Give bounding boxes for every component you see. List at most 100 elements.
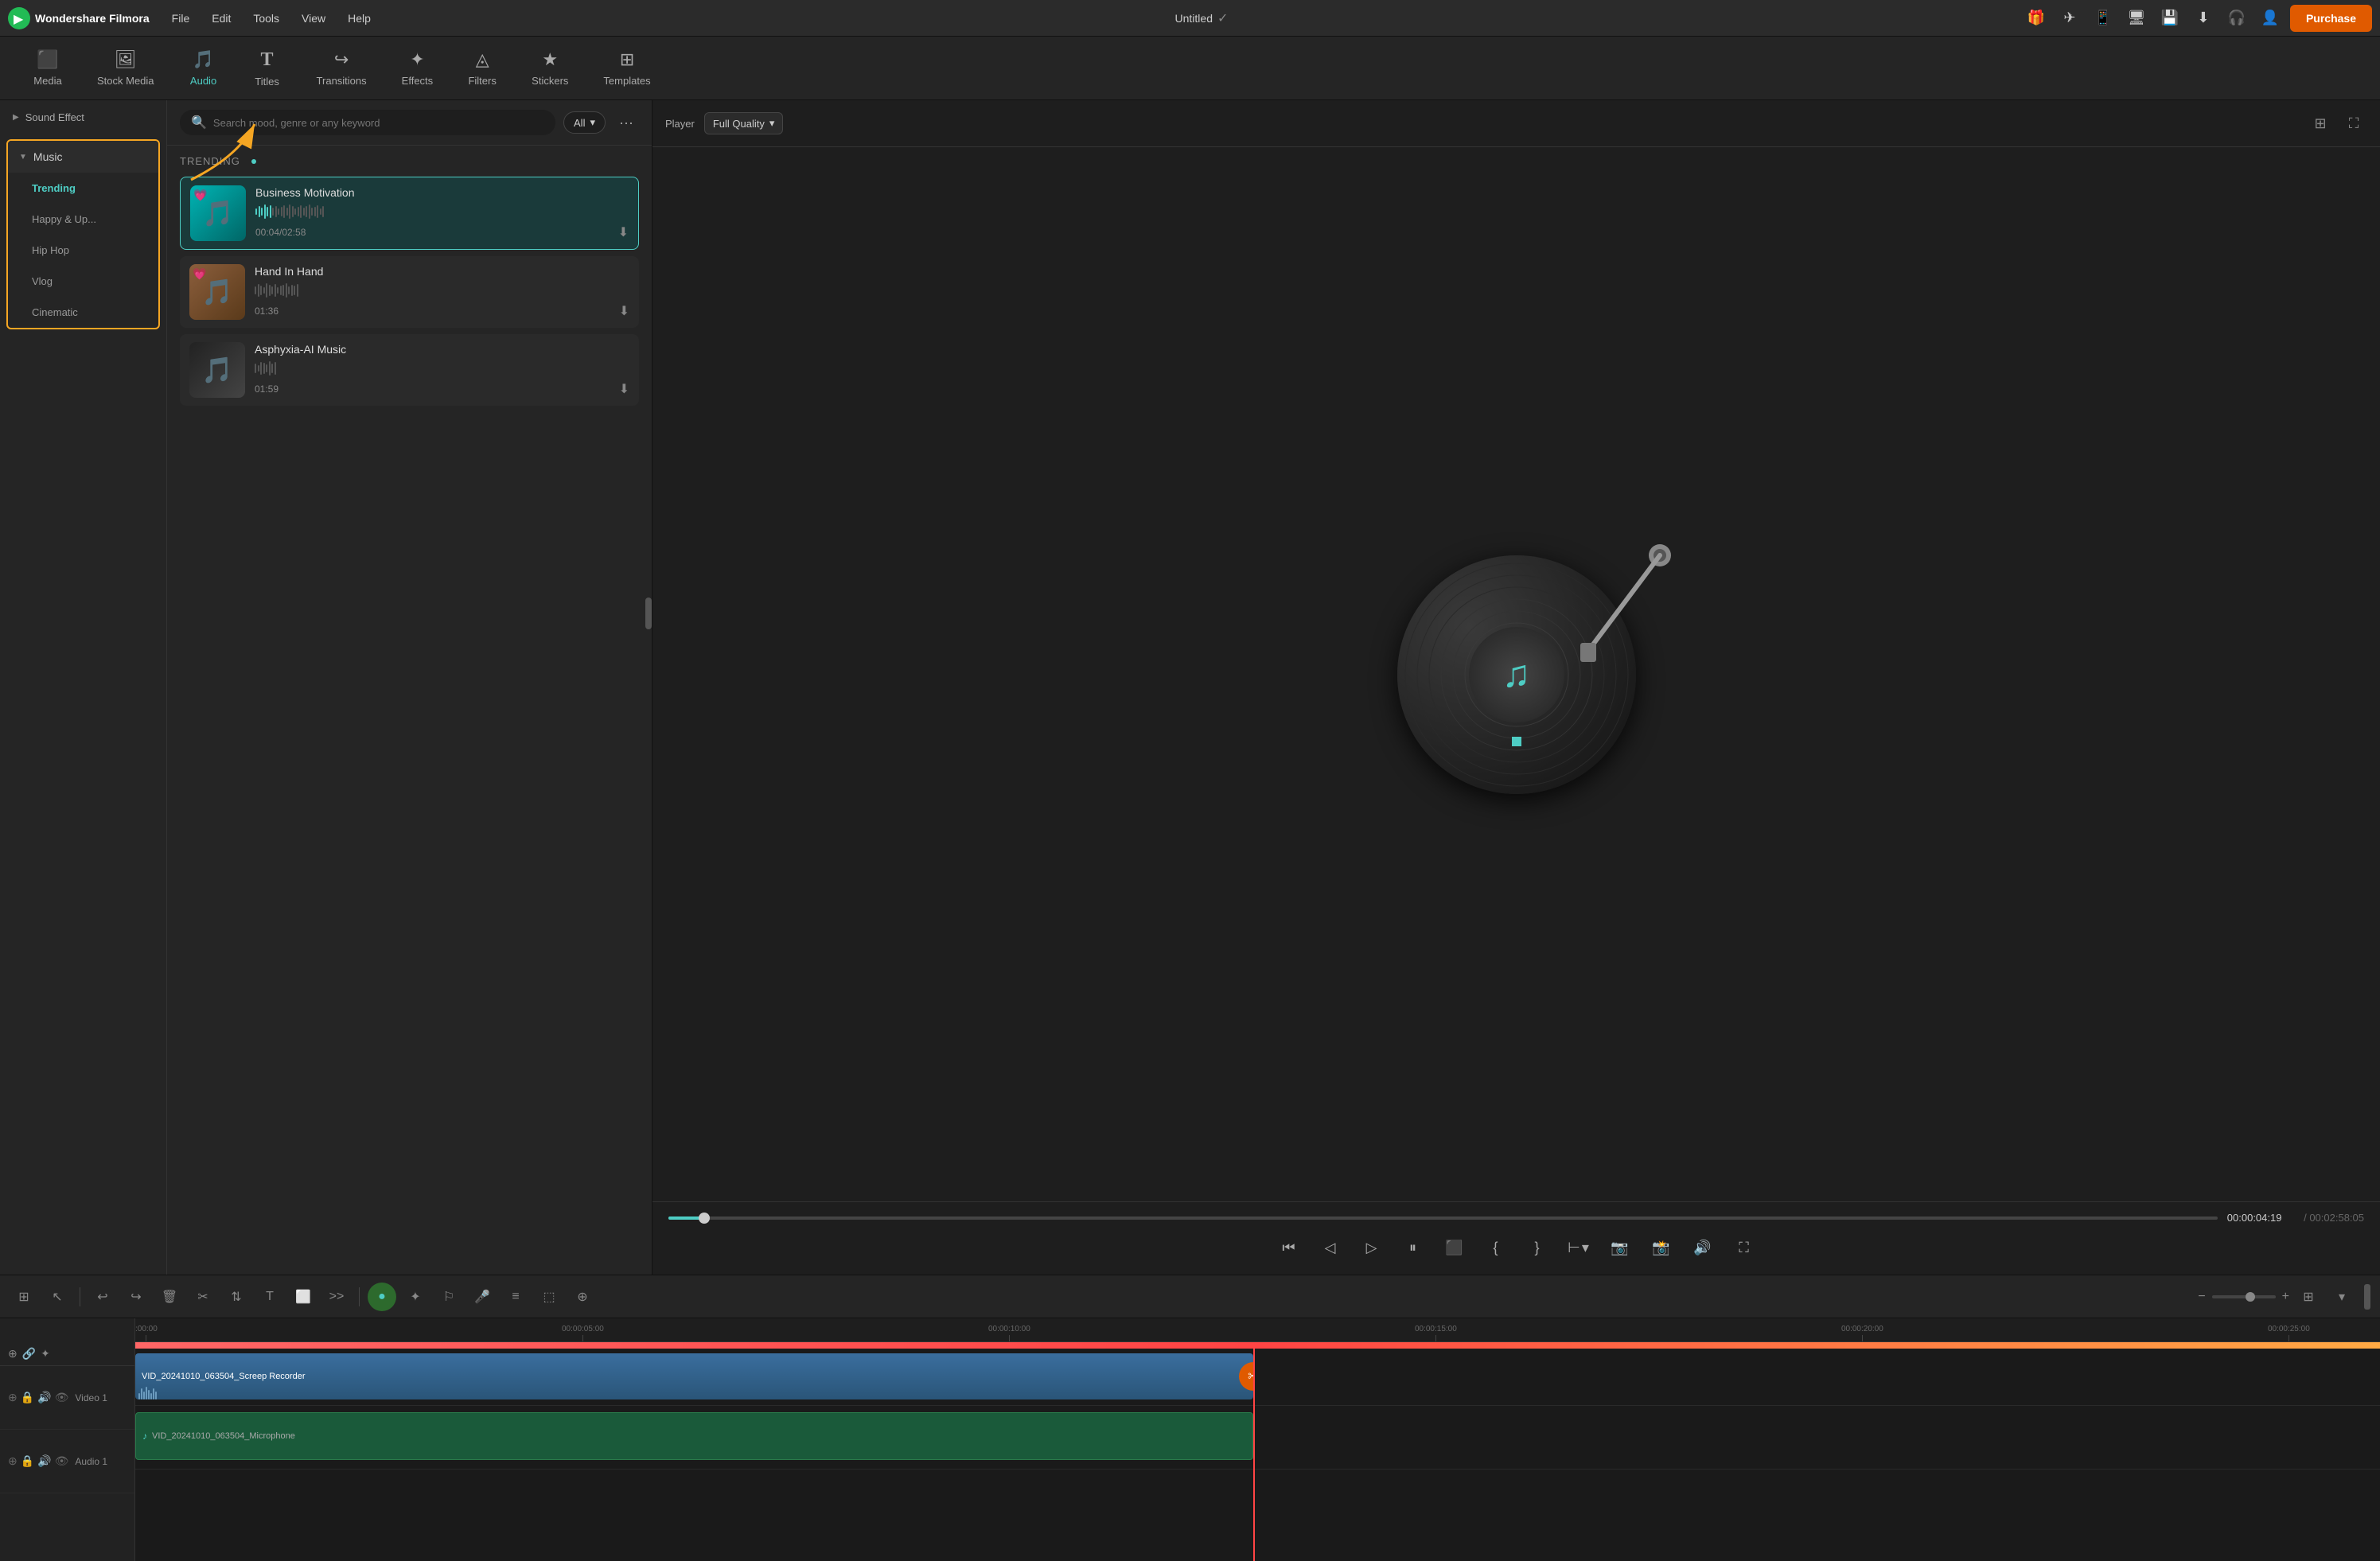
business-title: Business Motivation <box>255 186 629 199</box>
sound-effect-header[interactable]: ▶ Sound Effect <box>0 100 166 134</box>
download-icon[interactable]: ⬇ <box>2190 5 2217 32</box>
download-business-icon[interactable]: ⬇ <box>618 224 629 240</box>
video-track-icons: ⊕ 🔒 🔊 👁 <box>8 1391 68 1404</box>
toolbar-audio[interactable]: 🎵 Audio <box>172 43 236 93</box>
quality-selector[interactable]: Full Quality ▾ <box>704 112 784 134</box>
snapshot-button[interactable]: 📸 <box>1647 1233 1676 1262</box>
toolbar-stock-media[interactable]: 🖼 Stock Media <box>80 43 172 93</box>
menu-view[interactable]: View <box>292 9 335 28</box>
menu-help[interactable]: Help <box>338 9 380 28</box>
toolbar-templates[interactable]: ⊞ Templates <box>586 43 668 93</box>
add-video-icon[interactable]: ⊕ <box>8 1391 18 1404</box>
time-current: 00:00:04:19 <box>2227 1212 2282 1224</box>
grid-view-icon[interactable]: ⊞ <box>2307 110 2334 137</box>
flag-icon[interactable]: ⚐ <box>434 1283 463 1311</box>
add-track-icon[interactable]: ⊕ <box>568 1283 597 1311</box>
gift-icon[interactable]: 🎁 <box>2023 5 2050 32</box>
more-tl-options[interactable]: ▾ <box>2327 1283 2356 1311</box>
toolbar-transitions[interactable]: ↪ Transitions <box>299 43 384 93</box>
zoom-slider[interactable] <box>2212 1295 2276 1298</box>
save-icon[interactable]: 💾 <box>2156 5 2183 32</box>
play-button[interactable]: ▷ <box>1357 1233 1386 1262</box>
scene-detect-icon[interactable]: ⬚ <box>535 1283 563 1311</box>
fullscreen-icon[interactable]: ⛶ <box>2340 110 2367 137</box>
toolbar-titles[interactable]: T Titles <box>236 43 299 94</box>
purchase-button[interactable]: Purchase <box>2290 5 2372 32</box>
sidebar-item-cinematic[interactable]: Cinematic <box>8 297 158 328</box>
lock-video-icon[interactable]: 🔒 <box>21 1391 34 1404</box>
headphone-icon[interactable]: 🎧 <box>2223 5 2250 32</box>
music-card-business[interactable]: 💗 🎵 Business Motivation <box>180 177 639 250</box>
more-tl-icon[interactable]: >> <box>322 1283 351 1311</box>
markers-icon[interactable]: ≡ <box>501 1283 530 1311</box>
toolbar-filters[interactable]: ◬ Filters <box>450 43 514 93</box>
stop-button[interactable]: ⬛ <box>1440 1233 1469 1262</box>
user-icon[interactable]: 👤 <box>2257 5 2284 32</box>
ai-cut-icon[interactable]: ✦ <box>41 1347 50 1361</box>
eye-icon[interactable]: 👁 <box>55 1391 69 1404</box>
progress-bar[interactable] <box>668 1216 2218 1220</box>
zoom-in-icon[interactable]: + <box>2282 1290 2289 1304</box>
effects-tl-icon[interactable]: ✦ <box>401 1283 430 1311</box>
toolbar-media[interactable]: ⬛ Media <box>16 43 80 93</box>
music-section-header[interactable]: ▼ Music <box>8 141 158 173</box>
music-card-hand[interactable]: 💗 🎵 Hand In Hand <box>180 256 639 328</box>
lock-audio-icon[interactable]: 🔒 <box>21 1454 34 1468</box>
menu-file[interactable]: File <box>162 9 200 28</box>
sidebar-item-hiphop[interactable]: Hip Hop <box>8 235 158 266</box>
export-frame-button[interactable]: 📷 <box>1606 1233 1634 1262</box>
step-back-button[interactable]: ◁ <box>1316 1233 1345 1262</box>
volume-video-icon[interactable]: 🔊 <box>37 1391 51 1404</box>
fullscreen-ctrl-button[interactable]: ⛶ <box>1730 1233 1759 1262</box>
undo-button[interactable]: ↩ <box>88 1283 117 1311</box>
scrollbar-handle-right[interactable] <box>2364 1284 2370 1310</box>
rewind-button[interactable]: ⏮ <box>1275 1233 1303 1262</box>
toolbar-stickers[interactable]: ★ Stickers <box>514 43 586 93</box>
select-tool-icon[interactable]: ↖ <box>43 1283 72 1311</box>
volume-button[interactable]: 🔊 <box>1689 1233 1717 1262</box>
zoom-out-icon[interactable]: − <box>2198 1290 2205 1304</box>
sidebar-item-vlog[interactable]: Vlog <box>8 266 158 297</box>
split-button[interactable]: ⊢▾ <box>1564 1233 1593 1262</box>
sidebar-item-happy[interactable]: Happy & Up... <box>8 204 158 235</box>
playhead[interactable] <box>1253 1342 1255 1561</box>
download-asphyxia-icon[interactable]: ⬇ <box>619 381 629 397</box>
menu-tools[interactable]: Tools <box>243 9 289 28</box>
scene-split-icon[interactable]: ⊞ <box>10 1283 38 1311</box>
crop-button[interactable]: ⬜ <box>289 1283 317 1311</box>
add-track-label-icon[interactable]: ⊕ <box>8 1347 18 1361</box>
share-icon[interactable]: ✈ <box>2056 5 2083 32</box>
mark-out-button[interactable]: } <box>1523 1233 1552 1262</box>
redo-button[interactable]: ↪ <box>122 1283 150 1311</box>
toolbar-effects[interactable]: ✦ Effects <box>384 43 451 93</box>
video-track-name: Video 1 <box>75 1392 107 1403</box>
mic-icon[interactable]: 🎤 <box>468 1283 497 1311</box>
more-options-button[interactable]: ··· <box>614 110 639 135</box>
record-button[interactable]: ● <box>368 1283 396 1311</box>
menu-edit[interactable]: Edit <box>202 9 240 28</box>
add-audio-icon[interactable]: ⊕ <box>8 1454 18 1468</box>
devices-icon[interactable]: 📱 <box>2090 5 2117 32</box>
scrollbar[interactable] <box>645 598 652 629</box>
timeline-settings-icon[interactable]: ⊞ <box>2294 1283 2323 1311</box>
eye-audio-icon[interactable]: 👁 <box>55 1454 69 1468</box>
download-hand-icon[interactable]: ⬇ <box>619 303 629 319</box>
audio-split-icon[interactable]: ⇅ <box>222 1283 251 1311</box>
pause-button[interactable]: ⏸ <box>1399 1233 1428 1262</box>
music-card-asphyxia[interactable]: 🎵 Asphyxia-AI Music <box>180 334 639 406</box>
filter-dropdown[interactable]: All ▾ <box>563 111 606 134</box>
cut-button[interactable]: ✂ <box>189 1283 217 1311</box>
link-tracks-icon[interactable]: 🔗 <box>22 1347 36 1361</box>
search-input-wrapper[interactable]: 🔍 <box>180 110 555 135</box>
mark-in-button[interactable]: { <box>1482 1233 1510 1262</box>
sidebar-item-trending[interactable]: Trending <box>8 173 158 204</box>
audio-clip-label: VID_20241010_063504_Microphone <box>152 1431 295 1441</box>
volume-audio-icon[interactable]: 🔊 <box>37 1454 51 1468</box>
video-clip-1[interactable]: VID_20241010_063504_Screep Recorder <box>135 1353 1253 1399</box>
monitor-icon[interactable]: 🖥 <box>2123 5 2150 32</box>
search-input[interactable] <box>213 117 544 129</box>
text-insert-icon[interactable]: T <box>255 1283 284 1311</box>
audio-clip-1[interactable]: ♪ VID_20241010_063504_Microphone <box>135 1412 1253 1460</box>
delete-button[interactable]: 🗑 <box>155 1283 184 1311</box>
progress-thumb[interactable] <box>699 1213 710 1224</box>
